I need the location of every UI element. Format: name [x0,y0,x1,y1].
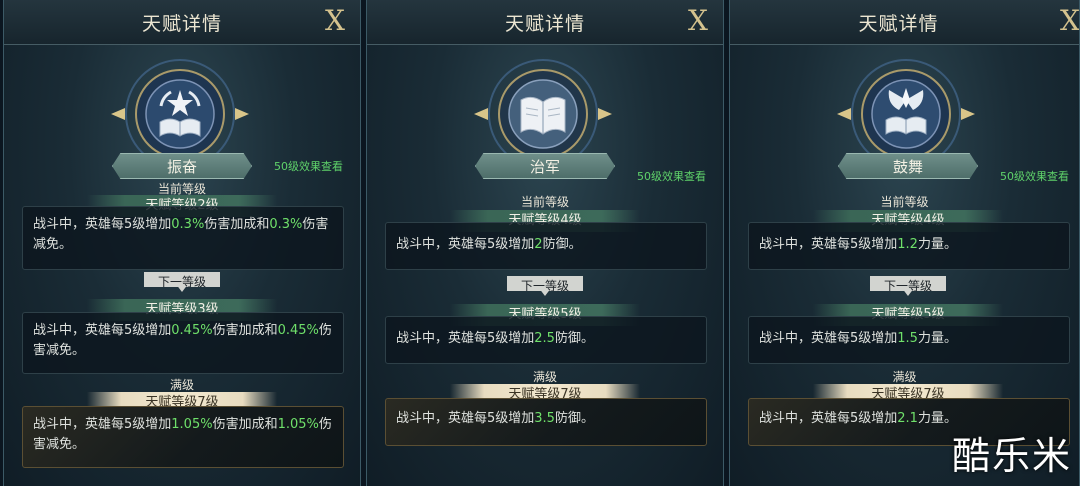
next-effect-desc: 战斗中，英雄每5级增加2.5防御。 [385,316,707,364]
close-icon[interactable]: X [320,4,350,38]
close-icon[interactable]: X [1055,4,1079,38]
watermark: 酷乐米 [951,434,1072,478]
max-level-label: 满级 [169,378,194,392]
panel-title: 天赋详情 [141,13,222,35]
lvl50-effect-link[interactable]: 50级效果查看 [1000,168,1069,184]
max-effect-desc: 战斗中，英雄每5级增加3.5防御。 [385,398,707,446]
current-effect-desc: 战斗中，英雄每5级增加2防御。 [385,222,707,270]
next-effect-desc: 战斗中，英雄每5级增加1.5力量。 [748,316,1070,364]
panel-header: 天赋详情 X [367,0,723,45]
current-effect-desc: 战斗中，英雄每5级增加0.3%伤害加成和0.3%伤害减免。 [22,206,344,270]
talent-panel-zhenfen: 天赋详情 X 振奋 50级效果查看 当前等级 天赋等级2级 战斗中，英雄每5级增… [3,0,361,486]
current-level-label: 当前等级 [520,195,569,209]
close-icon[interactable]: X [683,4,713,38]
next-level-tag: 下一等级 [507,276,583,296]
talent-name: 振奋 [166,158,197,176]
talent-panel-guwu: 天赋详情 X 鼓舞 50级效果查看 当前等级 天赋等级4级 战斗中，英雄每5级增… [729,0,1080,486]
panel-title: 天赋详情 [858,13,939,35]
current-level-label: 当前等级 [880,195,929,209]
current-effect-desc: 战斗中，英雄每5级增加1.2力量。 [748,222,1070,270]
talent-name: 鼓舞 [892,158,923,176]
next-level-tag: 下一等级 [144,272,220,292]
max-level-label: 满级 [892,370,917,384]
lvl50-effect-link[interactable]: 50级效果查看 [274,158,343,174]
panel-title: 天赋详情 [504,13,585,35]
talent-panel-zhijun: 天赋详情 X 治军 50级效果查看 当前等级 天赋等级4级 战斗中，英雄每5级增… [366,0,724,486]
max-effect-desc: 战斗中，英雄每5级增加1.05%伤害加成和1.05%伤害减免。 [22,406,344,468]
talent-name: 治军 [529,158,560,176]
panel-header: 天赋详情 X [4,0,360,45]
lvl50-effect-link[interactable]: 50级效果查看 [637,168,706,184]
panel-header: 天赋详情 X [730,0,1079,45]
max-level-label: 满级 [532,370,557,384]
next-level-tag: 下一等级 [870,276,946,296]
next-effect-desc: 战斗中，英雄每5级增加0.45%伤害加成和0.45%伤害减免。 [22,312,344,374]
